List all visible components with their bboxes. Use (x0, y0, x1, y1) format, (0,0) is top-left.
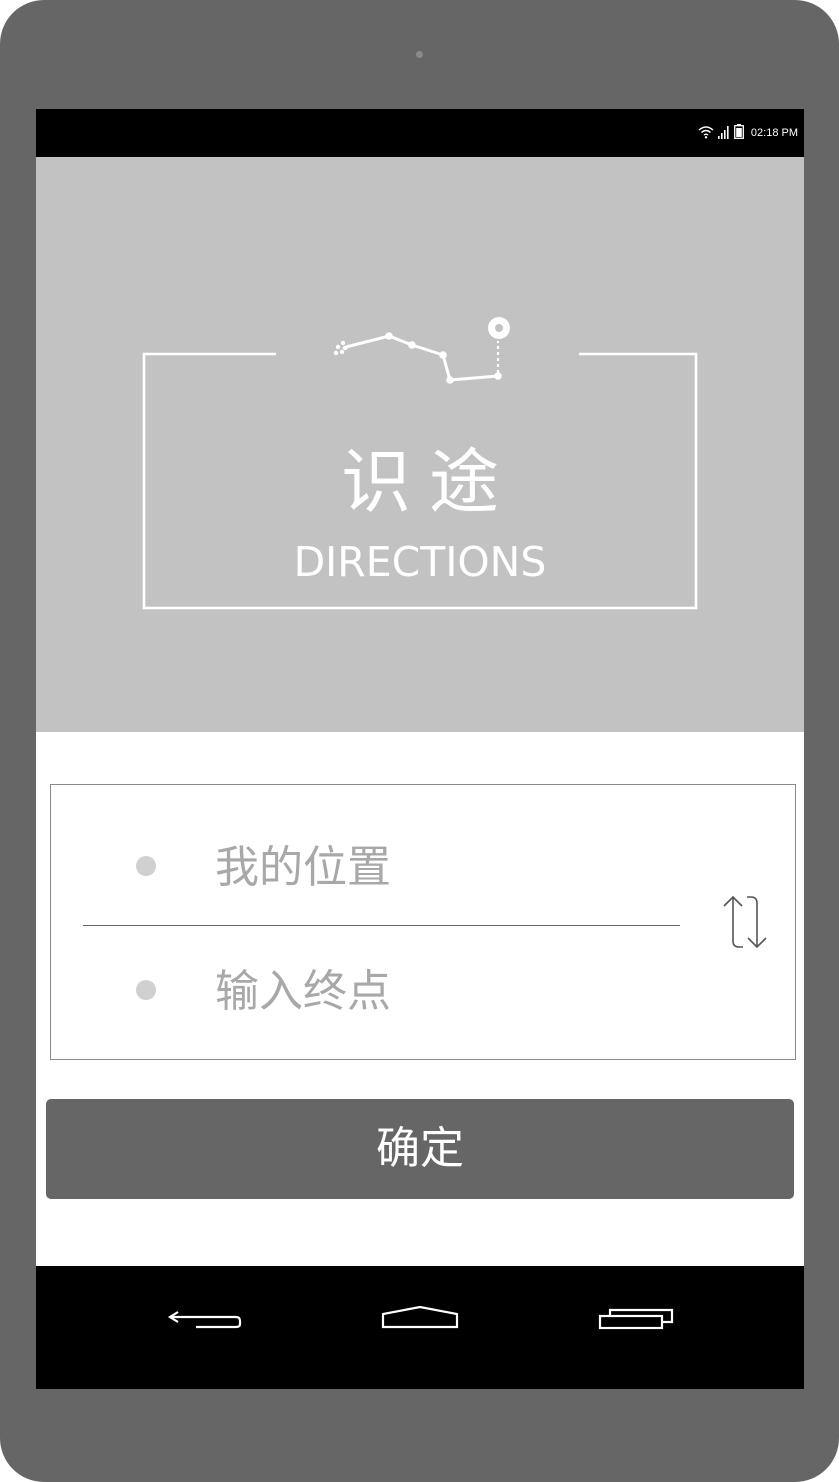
navigation-bar (36, 1266, 804, 1389)
end-dot-icon (136, 980, 156, 1000)
route-card (50, 784, 796, 1060)
app-screen: 02:18 PM 识途 DIRECTIONS 我的位置 输入终点 确定 (36, 109, 804, 1389)
battery-icon (733, 123, 744, 143)
status-time: 02:18 PM (750, 127, 798, 139)
front-camera (416, 51, 423, 58)
recents-icon (598, 1308, 674, 1330)
tablet-frame: 02:18 PM 识途 DIRECTIONS 我的位置 输入终点 确定 (0, 0, 839, 1482)
destination-input[interactable] (215, 957, 675, 1025)
back-icon (167, 1311, 242, 1329)
start-field (83, 833, 683, 903)
app-subtitle: DIRECTIONS (293, 538, 547, 586)
wifi-icon (698, 124, 714, 143)
back-button[interactable] (160, 1304, 250, 1344)
start-location-input[interactable] (215, 833, 675, 901)
hero-banner: 识途 DIRECTIONS (36, 157, 804, 732)
app-title: 识途 (341, 441, 517, 523)
field-divider (83, 925, 680, 926)
confirm-button[interactable]: 确定 (46, 1099, 794, 1199)
end-field (83, 957, 683, 1027)
status-bar: 02:18 PM (36, 109, 804, 157)
swap-button[interactable] (717, 891, 777, 953)
start-dot-icon (136, 856, 156, 876)
status-icons: 02:18 PM (698, 123, 798, 143)
home-button[interactable] (375, 1304, 465, 1344)
home-icon (381, 1305, 459, 1329)
route-logo-icon (333, 317, 510, 384)
swap-arrows-icon (723, 895, 767, 949)
signal-icon (717, 124, 730, 143)
recents-button[interactable] (590, 1304, 680, 1344)
